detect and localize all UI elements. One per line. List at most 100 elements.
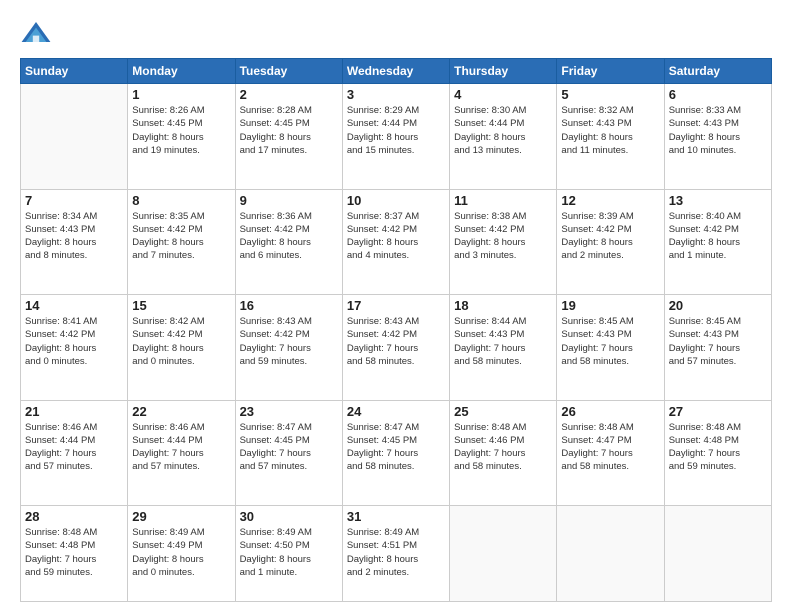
calendar-cell: 10 Sunrise: 8:37 AM Sunset: 4:42 PM Dayli… <box>342 189 449 295</box>
calendar-cell: 8Sunrise: 8:35 AM Sunset: 4:42 PM Daylig… <box>128 189 235 295</box>
cell-info-text: Sunrise: 8:41 AM Sunset: 4:42 PM Dayligh… <box>25 315 123 368</box>
cell-date-number: 30 <box>240 509 338 524</box>
cell-date-number: 28 <box>25 509 123 524</box>
cell-info-text: Sunrise: 8:29 AM Sunset: 4:44 PM Dayligh… <box>347 104 445 157</box>
cell-info-text: Sunrise: 8:48 AM Sunset: 4:47 PM Dayligh… <box>561 421 659 474</box>
calendar-cell: 22 Sunrise: 8:46 AM Sunset: 4:44 PM Dayli… <box>128 400 235 506</box>
cell-info-text: Sunrise: 8:26 AM Sunset: 4:45 PM Dayligh… <box>132 104 230 157</box>
cell-date-number: 15 <box>132 298 230 313</box>
calendar-cell: 1 Sunrise: 8:26 AM Sunset: 4:45 PM Daylig… <box>128 84 235 190</box>
calendar-cell: 19 Sunrise: 8:45 AM Sunset: 4:43 PM Dayli… <box>557 295 664 401</box>
cell-date-number: 12 <box>561 193 659 208</box>
calendar-cell <box>557 506 664 602</box>
cell-date-number: 20 <box>669 298 767 313</box>
cell-date-number: 16 <box>240 298 338 313</box>
calendar-cell: 18 Sunrise: 8:44 AM Sunset: 4:43 PM Dayli… <box>450 295 557 401</box>
cell-date-number: 17 <box>347 298 445 313</box>
cell-date-number: 11 <box>454 193 552 208</box>
weekday-header-monday: Monday <box>128 59 235 84</box>
calendar-cell: 23 Sunrise: 8:47 AM Sunset: 4:45 PM Dayli… <box>235 400 342 506</box>
cell-info-text: Sunrise: 8:32 AM Sunset: 4:43 PM Dayligh… <box>561 104 659 157</box>
calendar-cell: 25 Sunrise: 8:48 AM Sunset: 4:46 PM Dayli… <box>450 400 557 506</box>
cell-info-text: Sunrise: 8:49 AM Sunset: 4:49 PM Dayligh… <box>132 526 230 579</box>
calendar-cell: 16 Sunrise: 8:43 AM Sunset: 4:42 PM Dayli… <box>235 295 342 401</box>
cell-date-number: 31 <box>347 509 445 524</box>
page: SundayMondayTuesdayWednesdayThursdayFrid… <box>0 0 792 612</box>
calendar-cell: 9 Sunrise: 8:36 AM Sunset: 4:42 PM Daylig… <box>235 189 342 295</box>
cell-info-text: Sunrise: 8:40 AM Sunset: 4:42 PM Dayligh… <box>669 210 767 263</box>
calendar-cell: 4 Sunrise: 8:30 AM Sunset: 4:44 PM Daylig… <box>450 84 557 190</box>
cell-date-number: 19 <box>561 298 659 313</box>
calendar-row-2: 7 Sunrise: 8:34 AM Sunset: 4:43 PM Daylig… <box>21 189 772 295</box>
cell-info-text: Sunrise: 8:42 AM Sunset: 4:42 PM Dayligh… <box>132 315 230 368</box>
calendar-cell: 7 Sunrise: 8:34 AM Sunset: 4:43 PM Daylig… <box>21 189 128 295</box>
cell-info-text: Sunrise: 8:47 AM Sunset: 4:45 PM Dayligh… <box>347 421 445 474</box>
cell-date-number: 29 <box>132 509 230 524</box>
calendar-cell: 27 Sunrise: 8:48 AM Sunset: 4:48 PM Dayli… <box>664 400 771 506</box>
calendar-table: SundayMondayTuesdayWednesdayThursdayFrid… <box>20 58 772 602</box>
cell-date-number: 26 <box>561 404 659 419</box>
calendar-cell: 24 Sunrise: 8:47 AM Sunset: 4:45 PM Dayli… <box>342 400 449 506</box>
calendar-cell: 12Sunrise: 8:39 AM Sunset: 4:42 PM Dayli… <box>557 189 664 295</box>
calendar-cell: 5Sunrise: 8:32 AM Sunset: 4:43 PM Daylig… <box>557 84 664 190</box>
calendar-cell <box>664 506 771 602</box>
weekday-header-friday: Friday <box>557 59 664 84</box>
calendar-cell <box>450 506 557 602</box>
weekday-header-tuesday: Tuesday <box>235 59 342 84</box>
cell-date-number: 3 <box>347 87 445 102</box>
weekday-header-saturday: Saturday <box>664 59 771 84</box>
cell-info-text: Sunrise: 8:43 AM Sunset: 4:42 PM Dayligh… <box>347 315 445 368</box>
cell-info-text: Sunrise: 8:48 AM Sunset: 4:48 PM Dayligh… <box>669 421 767 474</box>
calendar-cell: 14 Sunrise: 8:41 AM Sunset: 4:42 PM Dayli… <box>21 295 128 401</box>
calendar-cell: 28 Sunrise: 8:48 AM Sunset: 4:48 PM Dayli… <box>21 506 128 602</box>
cell-info-text: Sunrise: 8:46 AM Sunset: 4:44 PM Dayligh… <box>25 421 123 474</box>
cell-info-text: Sunrise: 8:30 AM Sunset: 4:44 PM Dayligh… <box>454 104 552 157</box>
cell-info-text: Sunrise: 8:37 AM Sunset: 4:42 PM Dayligh… <box>347 210 445 263</box>
calendar-cell: 2Sunrise: 8:28 AM Sunset: 4:45 PM Daylig… <box>235 84 342 190</box>
cell-info-text: Sunrise: 8:43 AM Sunset: 4:42 PM Dayligh… <box>240 315 338 368</box>
cell-date-number: 25 <box>454 404 552 419</box>
cell-info-text: Sunrise: 8:48 AM Sunset: 4:46 PM Dayligh… <box>454 421 552 474</box>
cell-date-number: 22 <box>132 404 230 419</box>
cell-date-number: 1 <box>132 87 230 102</box>
cell-date-number: 23 <box>240 404 338 419</box>
cell-info-text: Sunrise: 8:34 AM Sunset: 4:43 PM Dayligh… <box>25 210 123 263</box>
cell-date-number: 6 <box>669 87 767 102</box>
cell-date-number: 10 <box>347 193 445 208</box>
cell-date-number: 8 <box>132 193 230 208</box>
cell-info-text: Sunrise: 8:45 AM Sunset: 4:43 PM Dayligh… <box>561 315 659 368</box>
cell-info-text: Sunrise: 8:46 AM Sunset: 4:44 PM Dayligh… <box>132 421 230 474</box>
calendar-cell: 20 Sunrise: 8:45 AM Sunset: 4:43 PM Dayli… <box>664 295 771 401</box>
cell-date-number: 2 <box>240 87 338 102</box>
calendar-row-5: 28 Sunrise: 8:48 AM Sunset: 4:48 PM Dayli… <box>21 506 772 602</box>
logo-icon <box>20 18 52 50</box>
calendar-cell: 21 Sunrise: 8:46 AM Sunset: 4:44 PM Dayli… <box>21 400 128 506</box>
cell-info-text: Sunrise: 8:38 AM Sunset: 4:42 PM Dayligh… <box>454 210 552 263</box>
cell-date-number: 7 <box>25 193 123 208</box>
calendar-cell: 3 Sunrise: 8:29 AM Sunset: 4:44 PM Daylig… <box>342 84 449 190</box>
cell-date-number: 27 <box>669 404 767 419</box>
calendar-cell <box>21 84 128 190</box>
cell-date-number: 21 <box>25 404 123 419</box>
weekday-header-wednesday: Wednesday <box>342 59 449 84</box>
cell-info-text: Sunrise: 8:48 AM Sunset: 4:48 PM Dayligh… <box>25 526 123 579</box>
calendar-cell: 26 Sunrise: 8:48 AM Sunset: 4:47 PM Dayli… <box>557 400 664 506</box>
cell-date-number: 14 <box>25 298 123 313</box>
calendar-row-3: 14 Sunrise: 8:41 AM Sunset: 4:42 PM Dayli… <box>21 295 772 401</box>
calendar-cell: 11 Sunrise: 8:38 AM Sunset: 4:42 PM Dayli… <box>450 189 557 295</box>
calendar-header-row: SundayMondayTuesdayWednesdayThursdayFrid… <box>21 59 772 84</box>
cell-info-text: Sunrise: 8:44 AM Sunset: 4:43 PM Dayligh… <box>454 315 552 368</box>
cell-info-text: Sunrise: 8:49 AM Sunset: 4:51 PM Dayligh… <box>347 526 445 579</box>
cell-info-text: Sunrise: 8:45 AM Sunset: 4:43 PM Dayligh… <box>669 315 767 368</box>
cell-date-number: 4 <box>454 87 552 102</box>
weekday-header-sunday: Sunday <box>21 59 128 84</box>
cell-date-number: 24 <box>347 404 445 419</box>
calendar-cell: 31 Sunrise: 8:49 AM Sunset: 4:51 PM Dayli… <box>342 506 449 602</box>
calendar-cell: 15 Sunrise: 8:42 AM Sunset: 4:42 PM Dayli… <box>128 295 235 401</box>
cell-info-text: Sunrise: 8:49 AM Sunset: 4:50 PM Dayligh… <box>240 526 338 579</box>
cell-info-text: Sunrise: 8:36 AM Sunset: 4:42 PM Dayligh… <box>240 210 338 263</box>
cell-info-text: Sunrise: 8:33 AM Sunset: 4:43 PM Dayligh… <box>669 104 767 157</box>
cell-date-number: 9 <box>240 193 338 208</box>
cell-info-text: Sunrise: 8:47 AM Sunset: 4:45 PM Dayligh… <box>240 421 338 474</box>
cell-date-number: 18 <box>454 298 552 313</box>
